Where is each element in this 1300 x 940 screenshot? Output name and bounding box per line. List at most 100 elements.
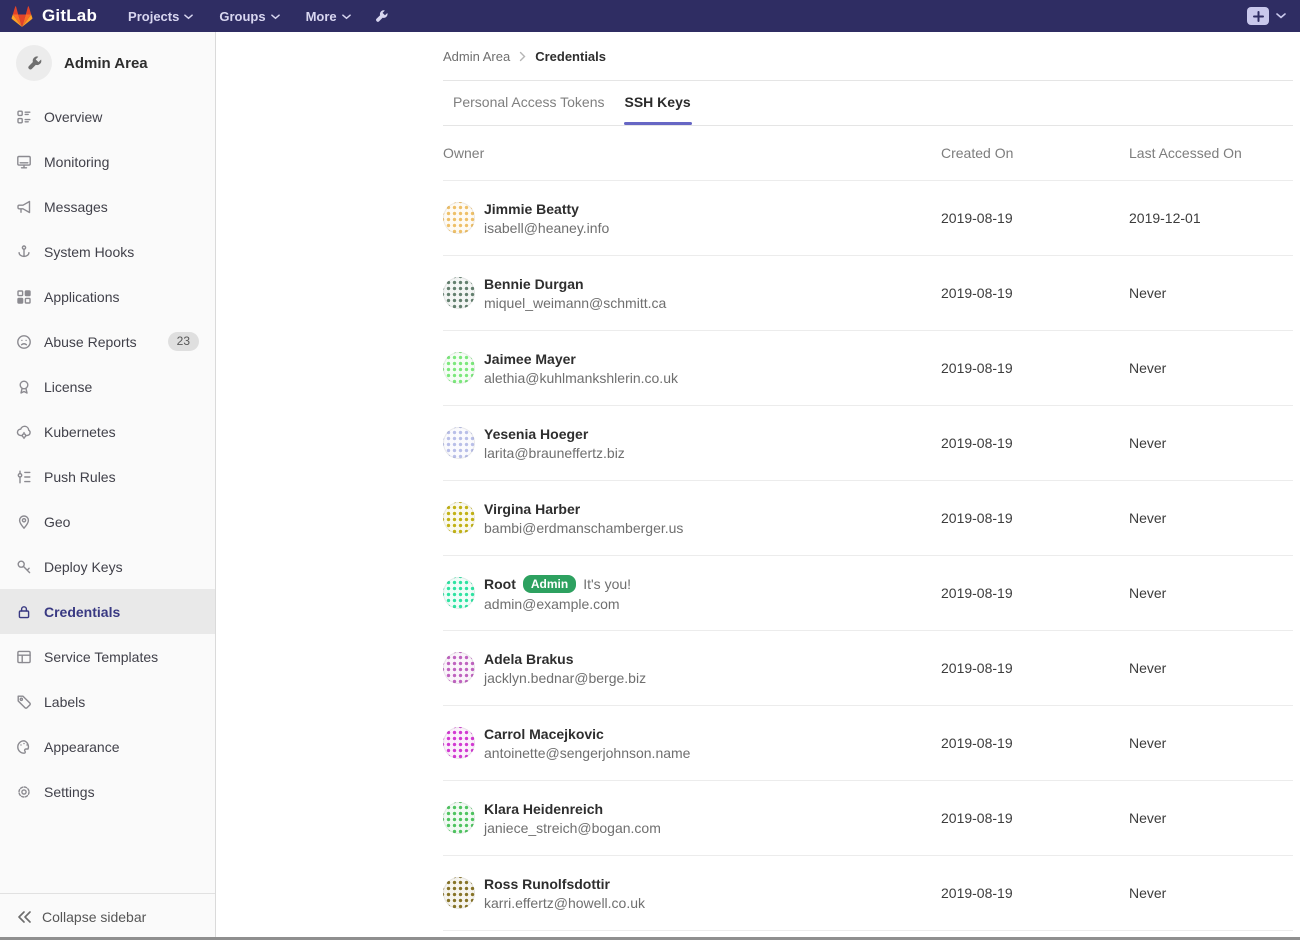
sidebar-item-label: Appearance (44, 739, 120, 755)
geo-icon (16, 514, 32, 530)
owner-name-link[interactable]: Yesenia Hoeger (484, 426, 588, 442)
created-on-cell: 2019-08-19 (941, 435, 1129, 451)
new-menu-plus-icon[interactable] (1247, 7, 1269, 25)
owner-cell: Yesenia Hoeger larita@brauneffertz.biz (443, 426, 941, 461)
navbar-menu-projects[interactable]: Projects (128, 9, 193, 24)
last-accessed-cell: Never (1129, 810, 1293, 826)
sidebar-item-system-hooks[interactable]: System Hooks (0, 229, 215, 274)
tab-ssh-keys[interactable]: SSH Keys (615, 82, 701, 124)
navbar-menu-label: More (306, 9, 337, 24)
chevron-down-icon (271, 14, 280, 20)
user-avatar (443, 352, 475, 384)
owner-name-link[interactable]: Jimmie Beatty (484, 201, 579, 217)
breadcrumb: Admin Area Credentials (443, 32, 1293, 81)
sidebar-item-label: Geo (44, 514, 70, 530)
admin-sidebar: Admin Area Overview Monitoring Messages … (0, 32, 216, 940)
tab-personal-access-tokens[interactable]: Personal Access Tokens (443, 82, 615, 124)
table-row: Adela Brakus jacklyn.bednar@berge.biz 20… (443, 631, 1293, 706)
sidebar-item-deploy-keys[interactable]: Deploy Keys (0, 544, 215, 589)
user-avatar (443, 727, 475, 759)
owner-email: miquel_weimann@schmitt.ca (484, 295, 666, 311)
sidebar-item-labels[interactable]: Labels (0, 679, 215, 724)
sidebar-item-abuse-reports[interactable]: Abuse Reports 23 (0, 319, 215, 364)
table-row: Klara Heidenreich janiece_streich@bogan.… (443, 781, 1293, 856)
user-avatar (443, 652, 475, 684)
user-avatar (443, 202, 475, 234)
chevron-down-icon (184, 14, 193, 20)
sidebar-item-kubernetes[interactable]: Kubernetes (0, 409, 215, 454)
last-accessed-cell: Never (1129, 585, 1293, 601)
sidebar-item-label: Kubernetes (44, 424, 116, 440)
owner-email: bambi@erdmanschamberger.us (484, 520, 683, 536)
owner-name-link[interactable]: Adela Brakus (484, 651, 573, 667)
column-header-owner: Owner (443, 145, 941, 161)
sidebar-item-label: System Hooks (44, 244, 134, 260)
admin-area-wrench-icon[interactable] (374, 9, 389, 24)
table-row: Jimmie Beatty isabell@heaney.info 2019-0… (443, 181, 1293, 256)
owner-email: isabell@heaney.info (484, 220, 609, 236)
main-content: Admin Area Credentials Personal Access T… (216, 32, 1300, 940)
top-navbar: GitLab Projects Groups More (0, 0, 1300, 32)
deploy-keys-icon (16, 559, 32, 575)
sidebar-item-label: Labels (44, 694, 85, 710)
owner-name-link[interactable]: Klara Heidenreich (484, 801, 603, 817)
sidebar-item-monitoring[interactable]: Monitoring (0, 139, 215, 184)
table-row: Bennie Durgan miquel_weimann@schmitt.ca … (443, 256, 1293, 331)
owner-cell: Ross Runolfsdottir karri.effertz@howell.… (443, 876, 941, 911)
owner-email: alethia@kuhlmankshlerin.co.uk (484, 370, 678, 386)
sidebar-item-credentials[interactable]: Credentials (0, 589, 215, 634)
sidebar-item-messages[interactable]: Messages (0, 184, 215, 229)
labels-icon (16, 694, 32, 710)
license-icon (16, 379, 32, 395)
owner-email: larita@brauneffertz.biz (484, 445, 625, 461)
sidebar-item-overview[interactable]: Overview (0, 94, 215, 139)
owner-email: admin@example.com (484, 596, 631, 612)
user-avatar (443, 427, 475, 459)
sidebar-item-label: Overview (44, 109, 102, 125)
sidebar-item-push-rules[interactable]: Push Rules (0, 454, 215, 499)
navbar-menu-groups[interactable]: Groups (219, 9, 279, 24)
new-menu-caret-icon[interactable] (1276, 13, 1286, 19)
sidebar-item-license[interactable]: License (0, 364, 215, 409)
gitlab-home-link[interactable]: GitLab (10, 5, 97, 28)
sidebar-item-settings[interactable]: Settings (0, 769, 215, 814)
owner-cell: Virgina Harber bambi@erdmanschamberger.u… (443, 501, 941, 536)
breadcrumb-credentials[interactable]: Credentials (535, 49, 606, 64)
ssh-keys-table-body: Jimmie Beatty isabell@heaney.info 2019-0… (443, 181, 1293, 931)
table-row: Jaimee Mayer alethia@kuhlmankshlerin.co.… (443, 331, 1293, 406)
sidebar-item-appearance[interactable]: Appearance (0, 724, 215, 769)
owner-name-link[interactable]: Ross Runolfsdottir (484, 876, 610, 892)
table-row: Yesenia Hoeger larita@brauneffertz.biz 2… (443, 406, 1293, 481)
owner-name-link[interactable]: Bennie Durgan (484, 276, 584, 292)
owner-name-link[interactable]: Carrol Macejkovic (484, 726, 604, 742)
collapse-sidebar-button[interactable]: Collapse sidebar (0, 893, 215, 940)
created-on-cell: 2019-08-19 (941, 660, 1129, 676)
navbar-menu-more[interactable]: More (306, 9, 351, 24)
owner-email: antoinette@sengerjohnson.name (484, 745, 690, 761)
double-chevron-left-icon (17, 909, 31, 925)
service-templates-icon (16, 649, 32, 665)
owner-email: janiece_streich@bogan.com (484, 820, 661, 836)
sidebar-item-service-templates[interactable]: Service Templates (0, 634, 215, 679)
settings-icon (16, 784, 32, 800)
last-accessed-cell: Never (1129, 660, 1293, 676)
breadcrumb-admin-area[interactable]: Admin Area (443, 49, 510, 64)
sidebar-item-applications[interactable]: Applications (0, 274, 215, 319)
owner-cell: Adela Brakus jacklyn.bednar@berge.biz (443, 651, 941, 686)
abuse-reports-count-badge: 23 (168, 332, 199, 351)
sidebar-context-header[interactable]: Admin Area (0, 32, 215, 94)
sidebar-nav: Overview Monitoring Messages System Hook… (0, 94, 215, 814)
last-accessed-cell: Never (1129, 735, 1293, 751)
sidebar-item-label: Settings (44, 784, 95, 800)
user-avatar (443, 577, 475, 609)
owner-name-link[interactable]: Root (484, 576, 516, 592)
user-avatar (443, 877, 475, 909)
last-accessed-cell: 2019-12-01 (1129, 210, 1293, 226)
abuse-reports-icon (16, 334, 32, 350)
navbar-menu-label: Groups (219, 9, 265, 24)
monitoring-icon (16, 154, 32, 170)
sidebar-item-label: Service Templates (44, 649, 158, 665)
sidebar-item-geo[interactable]: Geo (0, 499, 215, 544)
owner-name-link[interactable]: Jaimee Mayer (484, 351, 576, 367)
owner-name-link[interactable]: Virgina Harber (484, 501, 580, 517)
